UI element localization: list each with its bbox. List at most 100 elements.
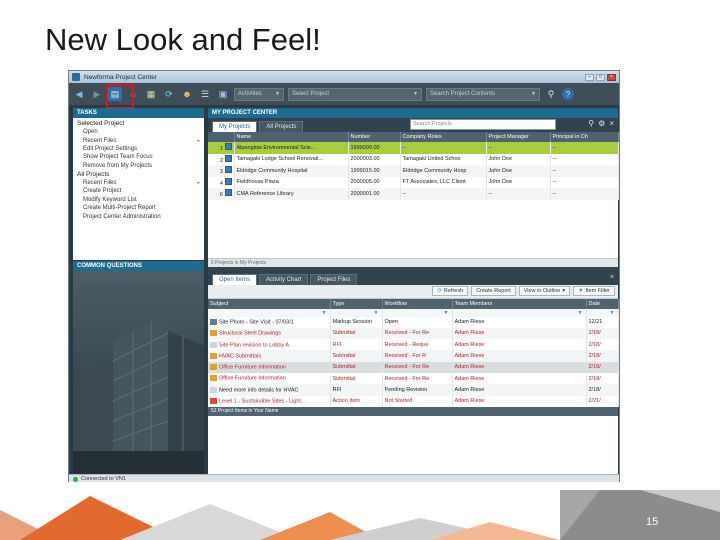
- filter-icon[interactable]: ▼: [452, 308, 587, 317]
- document-icon[interactable]: ▣: [216, 87, 230, 101]
- filter-icon[interactable]: ▼: [208, 308, 331, 317]
- column-header-index[interactable]: [208, 132, 235, 142]
- items-table: Subject Type Workflow Team Members Date …: [208, 298, 619, 407]
- project-number: 1999009.00: [348, 142, 401, 154]
- task-open[interactable]: Open: [73, 128, 204, 136]
- forward-icon[interactable]: ▶: [90, 87, 104, 101]
- help-icon[interactable]: ?: [562, 88, 574, 100]
- task-modify-keyword-list[interactable]: Modify Keyword List: [73, 196, 204, 204]
- column-header-type[interactable]: Type: [330, 298, 383, 309]
- table-row[interactable]: Site Photo - Site Visit - 07/03/1 Markup…: [208, 316, 619, 328]
- project-select-dropdown[interactable]: Select Project ▼: [288, 87, 422, 101]
- close-button[interactable]: ×: [607, 73, 616, 81]
- search-icon[interactable]: ⚲: [544, 87, 558, 101]
- item-subject: Office Furniture Information: [208, 372, 331, 385]
- column-header-name[interactable]: Name: [234, 132, 349, 142]
- task-all-recent-files[interactable]: Recent Files ▸: [73, 179, 204, 187]
- row-index: 4: [208, 176, 235, 188]
- search-icon[interactable]: ⚲: [588, 119, 594, 128]
- back-icon[interactable]: ◀: [72, 87, 86, 101]
- project-icon: [224, 166, 232, 174]
- company-roles: FT Associates, LLC Client: [400, 176, 487, 188]
- tab-all-projects[interactable]: All Projects: [259, 121, 304, 132]
- item-team: Adam Riese: [452, 384, 587, 396]
- refresh-icon[interactable]: ⟳: [162, 87, 176, 101]
- table-row[interactable]: 4 Fieldhouse Plaza 2000005.00 FT Associa…: [208, 176, 619, 188]
- project-icon: [224, 154, 232, 162]
- search-projects-input[interactable]: Search Projects: [410, 119, 556, 130]
- project-name: Eldridge Community Hospital: [234, 165, 349, 177]
- project-number: 1999015.00: [348, 165, 401, 177]
- maximize-button[interactable]: □: [596, 73, 605, 81]
- column-header-project-manager[interactable]: Project Manager: [486, 132, 551, 142]
- settings-icon[interactable]: ⚙: [598, 119, 605, 128]
- company-roles: Eldridge Community Hosp: [400, 165, 487, 177]
- task-multi-project-report[interactable]: Create Multi-Project Report: [73, 204, 204, 212]
- company-roles: --: [400, 142, 487, 154]
- list-icon[interactable]: ☰: [198, 87, 212, 101]
- table-row[interactable]: 1 Alpenglow Environmental Scie... 199900…: [208, 142, 619, 154]
- table-row[interactable]: Need more info details for HVAC RFI Pend…: [208, 384, 619, 396]
- task-remove-project[interactable]: Remove from My Projects: [73, 162, 204, 170]
- column-header-subject[interactable]: Subject: [208, 298, 331, 309]
- task-recent-files[interactable]: Recent Files ▸: [73, 136, 204, 144]
- action-item-icon: [210, 398, 217, 404]
- column-header-team-members[interactable]: Team Members: [452, 298, 587, 309]
- filter-icon[interactable]: ▼: [330, 308, 383, 317]
- task-show-team-focus[interactable]: Show Project Team Focus: [73, 153, 204, 161]
- create-report-button[interactable]: Create Report: [471, 286, 516, 296]
- item-subject-text: Need more info details for HVAC: [219, 387, 299, 394]
- close-icon[interactable]: ×: [609, 119, 614, 128]
- submittal-icon: [210, 330, 217, 337]
- task-edit-settings[interactable]: Edit Project Settings: [73, 145, 204, 153]
- table-row[interactable]: 3 Eldridge Community Hospital 1999015.00…: [208, 165, 619, 177]
- table-row[interactable]: Structural Steel Drawings Submittal Rece…: [208, 327, 619, 340]
- task-all-recent-files-label: Recent Files: [83, 180, 117, 187]
- refresh-label: Refresh: [443, 288, 464, 294]
- table-row[interactable]: 6 CMA Reference Library 2000001.00 -- --…: [208, 188, 619, 200]
- table-row[interactable]: HVAC Submittals Submittal Received - For…: [208, 350, 619, 362]
- common-questions-header[interactable]: COMMON QUESTIONS: [73, 261, 204, 271]
- table-row[interactable]: Site Plan revision to Lobby A RFI Receiv…: [208, 339, 619, 351]
- footer-decoration: [0, 482, 720, 540]
- table-row[interactable]: 2 Tamagaki Lodge School Renovati... 2000…: [208, 153, 619, 165]
- view-outline-button[interactable]: View in Outline ▾: [518, 286, 571, 296]
- chevron-down-icon: ▾: [562, 288, 566, 294]
- column-header-principal[interactable]: Principal in Ch: [550, 132, 619, 142]
- minimize-button[interactable]: –: [585, 73, 594, 81]
- refresh-button[interactable]: ⟳ Refresh: [432, 286, 469, 296]
- activities-dropdown[interactable]: Activities ▼: [234, 87, 284, 101]
- search-contents-placeholder: Search Project Contents: [430, 91, 496, 97]
- rfi-icon: [210, 386, 217, 393]
- item-subject: Office Furniture Information: [208, 361, 331, 373]
- item-subject: Site Photo - Site Visit - 07/03/1: [208, 316, 331, 328]
- column-header-date[interactable]: Date: [586, 298, 619, 309]
- table-row[interactable]: Office Furniture Information Submittal R…: [208, 372, 619, 385]
- tab-activity-chart[interactable]: Activity Chart: [259, 273, 309, 285]
- footer-shapes: [0, 482, 720, 540]
- task-administration[interactable]: Project Center Administration: [73, 212, 204, 220]
- item-subject-text: Site Plan revision to Lobby A: [219, 341, 290, 348]
- filter-icon[interactable]: ▼: [586, 308, 619, 317]
- team-icon[interactable]: ☻: [180, 87, 194, 101]
- column-header-company-roles[interactable]: Company Roles: [400, 132, 487, 142]
- column-header-workflow[interactable]: Workflow: [382, 298, 453, 309]
- filter-icon[interactable]: ▼: [382, 308, 453, 317]
- table-row[interactable]: Office Furniture Information Submittal R…: [208, 361, 619, 373]
- table-row[interactable]: Level 1 - Sustainable Sites - Light... A…: [208, 395, 619, 407]
- item-filter-button[interactable]: ▼ Item Filter: [573, 286, 615, 296]
- item-subject: Need more info details for HVAC: [208, 384, 331, 396]
- connection-status-icon: [73, 476, 78, 482]
- tab-my-projects[interactable]: My Projects: [212, 121, 258, 132]
- principal: --: [550, 188, 619, 200]
- markup-icon: [210, 318, 217, 325]
- item-type: RFI: [330, 384, 383, 396]
- item-workflow: Received - Reque: [382, 339, 453, 351]
- tab-open-items[interactable]: Open Items: [212, 273, 258, 285]
- search-contents-input[interactable]: Search Project Contents ▼: [426, 87, 540, 101]
- column-header-number[interactable]: Number: [348, 132, 401, 142]
- task-create-project[interactable]: Create Project: [73, 187, 204, 195]
- tab-project-files[interactable]: Project Files: [310, 273, 358, 285]
- close-icon[interactable]: ×: [610, 274, 614, 281]
- report-icon[interactable]: ▦: [144, 87, 158, 101]
